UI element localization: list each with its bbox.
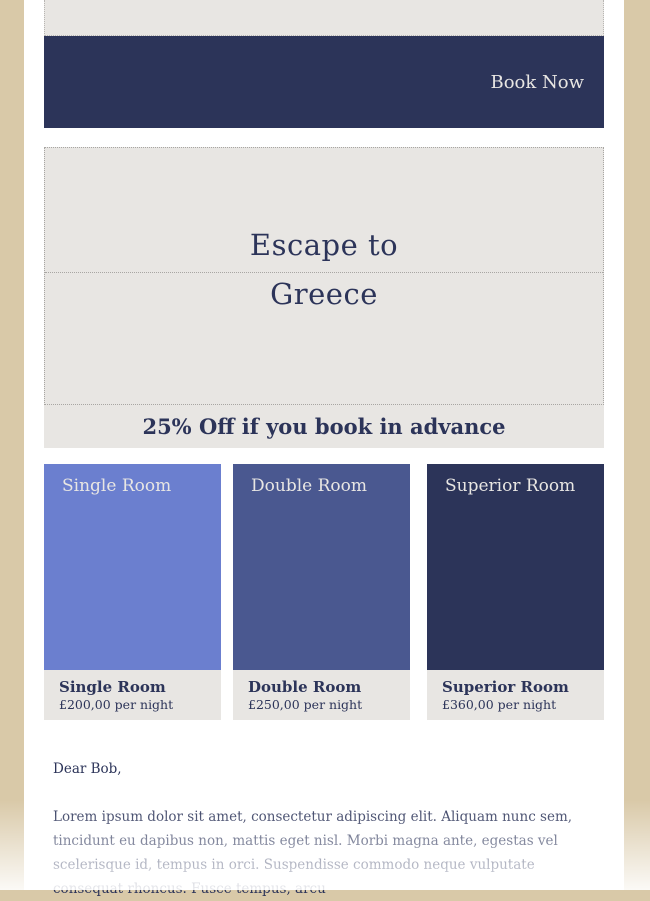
room-image-label: Superior Room bbox=[445, 476, 575, 496]
room-price: £250,00 per night bbox=[248, 697, 362, 713]
room-name: Superior Room bbox=[442, 678, 569, 696]
room-info: Single Room £200,00 per night bbox=[44, 670, 221, 720]
hero-banner: Escape to Greece bbox=[44, 147, 604, 405]
top-banner: Book Now bbox=[44, 0, 604, 128]
hero-title-line2: Greece bbox=[45, 277, 603, 311]
letter-greeting: Dear Bob, bbox=[53, 757, 598, 781]
room-card-single[interactable]: Single Room Single Room £200,00 per nigh… bbox=[44, 464, 221, 720]
room-image-label: Single Room bbox=[62, 476, 171, 496]
hero-title-line1: Escape to bbox=[45, 228, 603, 262]
offer-banner: 25% Off if you book in advance bbox=[44, 405, 604, 448]
room-price: £200,00 per night bbox=[59, 697, 173, 713]
room-image-superior[interactable]: Superior Room bbox=[427, 464, 604, 670]
room-info: Superior Room £360,00 per night bbox=[427, 670, 604, 720]
top-image-placeholder bbox=[44, 0, 604, 36]
room-name: Single Room bbox=[59, 678, 166, 696]
hero-divider bbox=[45, 272, 603, 273]
room-image-single[interactable]: Single Room bbox=[44, 464, 221, 670]
book-now-bar: Book Now bbox=[44, 36, 604, 128]
letter-paragraph: Lorem ipsum dolor sit amet, consectetur … bbox=[53, 805, 598, 901]
room-info: Double Room £250,00 per night bbox=[233, 670, 410, 720]
room-price: £360,00 per night bbox=[442, 697, 556, 713]
room-image-label: Double Room bbox=[251, 476, 367, 496]
email-sheet: Book Now Escape to Greece 25% Off if you… bbox=[24, 0, 624, 890]
room-card-superior[interactable]: Superior Room Superior Room £360,00 per … bbox=[427, 464, 604, 720]
book-now-button[interactable]: Book Now bbox=[490, 72, 584, 94]
room-card-double[interactable]: Double Room Double Room £250,00 per nigh… bbox=[233, 464, 410, 720]
room-name: Double Room bbox=[248, 678, 361, 696]
letter-body: Dear Bob, Lorem ipsum dolor sit amet, co… bbox=[53, 757, 598, 901]
room-image-double[interactable]: Double Room bbox=[233, 464, 410, 670]
